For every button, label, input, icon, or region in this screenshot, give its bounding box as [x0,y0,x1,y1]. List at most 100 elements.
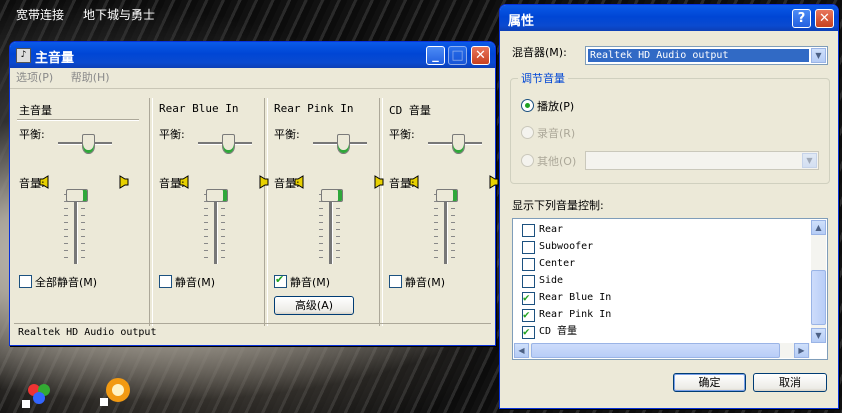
close-icon[interactable]: ✕ [815,9,834,28]
volume-slider-thumb[interactable] [321,189,343,202]
properties-dialog: 属性 ? ✕ 混音器(M): Realtek HD Audio output ▼… [499,4,839,409]
mute-checkbox[interactable] [19,275,32,288]
column-title: CD 音量 [389,104,431,117]
mixer-column: Rear Pink In 平衡: 音量: 静音(M) 高级(A) [273,94,384,344]
balance-slider-thumb[interactable] [337,134,350,154]
playback-radio[interactable] [521,99,534,112]
mixer-device-value: Realtek HD Audio output [587,48,810,63]
balance-slider-thumb[interactable] [222,134,235,154]
volume-slider[interactable] [329,194,333,264]
menu-options[interactable]: 选项(P) [16,71,53,84]
volume-controls-list[interactable]: Rear Subwoofer Center Side Rear Blue In Rear … [512,218,828,360]
balance-slider-thumb[interactable] [452,134,465,154]
properties-title: 属性 [508,14,535,29]
list-item-checkbox[interactable] [522,275,535,288]
volume-slider[interactable] [214,194,218,264]
mixer-window: ♪ 主音量 _ □ ✕ 选项(P) 帮助(H) 主音量 平衡: 音量: 全部静音(M… [9,41,499,346]
scroll-right-icon[interactable]: ▶ [794,343,809,358]
scroll-down-icon[interactable]: ▼ [811,328,826,343]
volume-ticks [434,194,438,264]
list-item-checkbox[interactable] [522,224,535,237]
volume-slider-thumb[interactable] [66,189,88,202]
balance-slider[interactable] [198,134,252,154]
recording-radio [521,126,534,139]
mute-label[interactable]: 静音(M) [405,274,445,290]
list-item-checkbox[interactable] [522,324,535,340]
list-item-label: Side [539,275,564,286]
vertical-scrollbar[interactable]: ▲ ▼ [811,220,826,343]
balance-label: 平衡: [274,128,300,141]
desktop-game-icon[interactable] [100,376,134,406]
balance-label: 平衡: [389,128,415,141]
balance-slider[interactable] [58,134,112,154]
list-item[interactable]: Rear Pink In [522,307,792,323]
scroll-left-icon[interactable]: ◀ [514,343,529,358]
volume-label: 音量: [159,177,185,190]
scrollbar-thumb[interactable] [531,343,780,358]
right-speaker-icon [489,175,499,189]
desktop-shortcut-icon[interactable] [22,378,56,408]
mute-checkbox[interactable] [159,275,172,288]
list-item[interactable]: Side [522,273,792,289]
chevron-down-icon: ▼ [802,153,817,168]
list-item-checkbox[interactable] [522,241,535,254]
mute-label[interactable]: 静音(M) [175,274,215,290]
desktop-link-dnf[interactable]: 地下城与勇士 [83,6,155,23]
cancel-button[interactable]: 取消 [753,373,827,392]
desktop-link-broadband[interactable]: 宽带连接 [16,6,64,23]
list-item-label: Center [539,258,576,269]
playback-radio-label[interactable]: 播放(P) [537,98,574,114]
mixer-titlebar[interactable]: ♪ 主音量 _ □ ✕ [10,42,495,68]
list-item-checkbox[interactable] [522,258,535,271]
mixer-device-select[interactable]: Realtek HD Audio output ▼ [585,46,828,65]
balance-slider[interactable] [428,134,482,154]
column-title: Rear Blue In [159,102,239,115]
volume-label: 音量: [389,177,415,190]
volume-ticks [451,194,455,264]
mute-label[interactable]: 全部静音(M) [35,274,97,290]
minimize-icon[interactable]: _ [426,46,445,65]
mute-checkbox[interactable] [274,273,287,288]
list-item[interactable]: Rear [522,222,792,238]
balance-label: 平衡: [19,128,45,141]
volume-ticks [319,194,323,264]
balance-slider[interactable] [313,134,367,154]
scrollbar-thumb[interactable] [811,270,826,325]
ok-button[interactable]: 确定 [673,373,746,392]
right-speaker-icon [374,175,384,189]
list-item[interactable]: Center [522,256,792,272]
list-item-checkbox[interactable] [522,307,535,323]
mixer-device-label: 混音器(M): [512,46,567,59]
mixer-column: CD 音量平衡: 音量: 静音(M) [388,94,499,344]
maximize-icon: □ [448,46,467,65]
mute-label[interactable]: 静音(M) [290,274,330,290]
volume-slider[interactable] [444,194,448,264]
list-item-checkbox[interactable] [522,290,535,306]
volume-ticks [221,194,225,264]
list-item[interactable]: Rear Blue In [522,290,792,306]
volume-ticks [336,194,340,264]
chevron-down-icon[interactable]: ▼ [811,48,826,63]
scroll-up-icon[interactable]: ▲ [811,220,826,235]
properties-titlebar[interactable]: 属性 ? ✕ [500,5,838,31]
list-item[interactable]: Subwoofer [522,239,792,255]
list-item-label: Rear Pink In [539,309,612,320]
volume-slider[interactable] [74,194,78,264]
list-item-label: Subwoofer [539,241,594,252]
volume-slider-thumb[interactable] [206,189,228,202]
right-speaker-icon [259,175,269,189]
advanced-button[interactable]: 高级(A) [274,296,354,315]
volume-slider-thumb[interactable] [436,189,458,202]
horizontal-scrollbar[interactable]: ◀ ▶ [514,343,810,358]
mixer-column: 平衡: 音量: 全部静音(M) [18,94,129,344]
close-icon[interactable]: ✕ [471,46,490,65]
volume-ticks [204,194,208,264]
list-item[interactable]: CD 音量 [522,324,792,340]
menu-help[interactable]: 帮助(H) [71,71,110,84]
balance-slider-thumb[interactable] [82,134,95,154]
help-icon[interactable]: ? [792,9,811,28]
balance-label: 平衡: [159,128,185,141]
mute-checkbox[interactable] [389,275,402,288]
recording-radio-label: 录音(R) [537,127,576,140]
mixer-menubar: 选项(P) 帮助(H) [10,68,495,89]
